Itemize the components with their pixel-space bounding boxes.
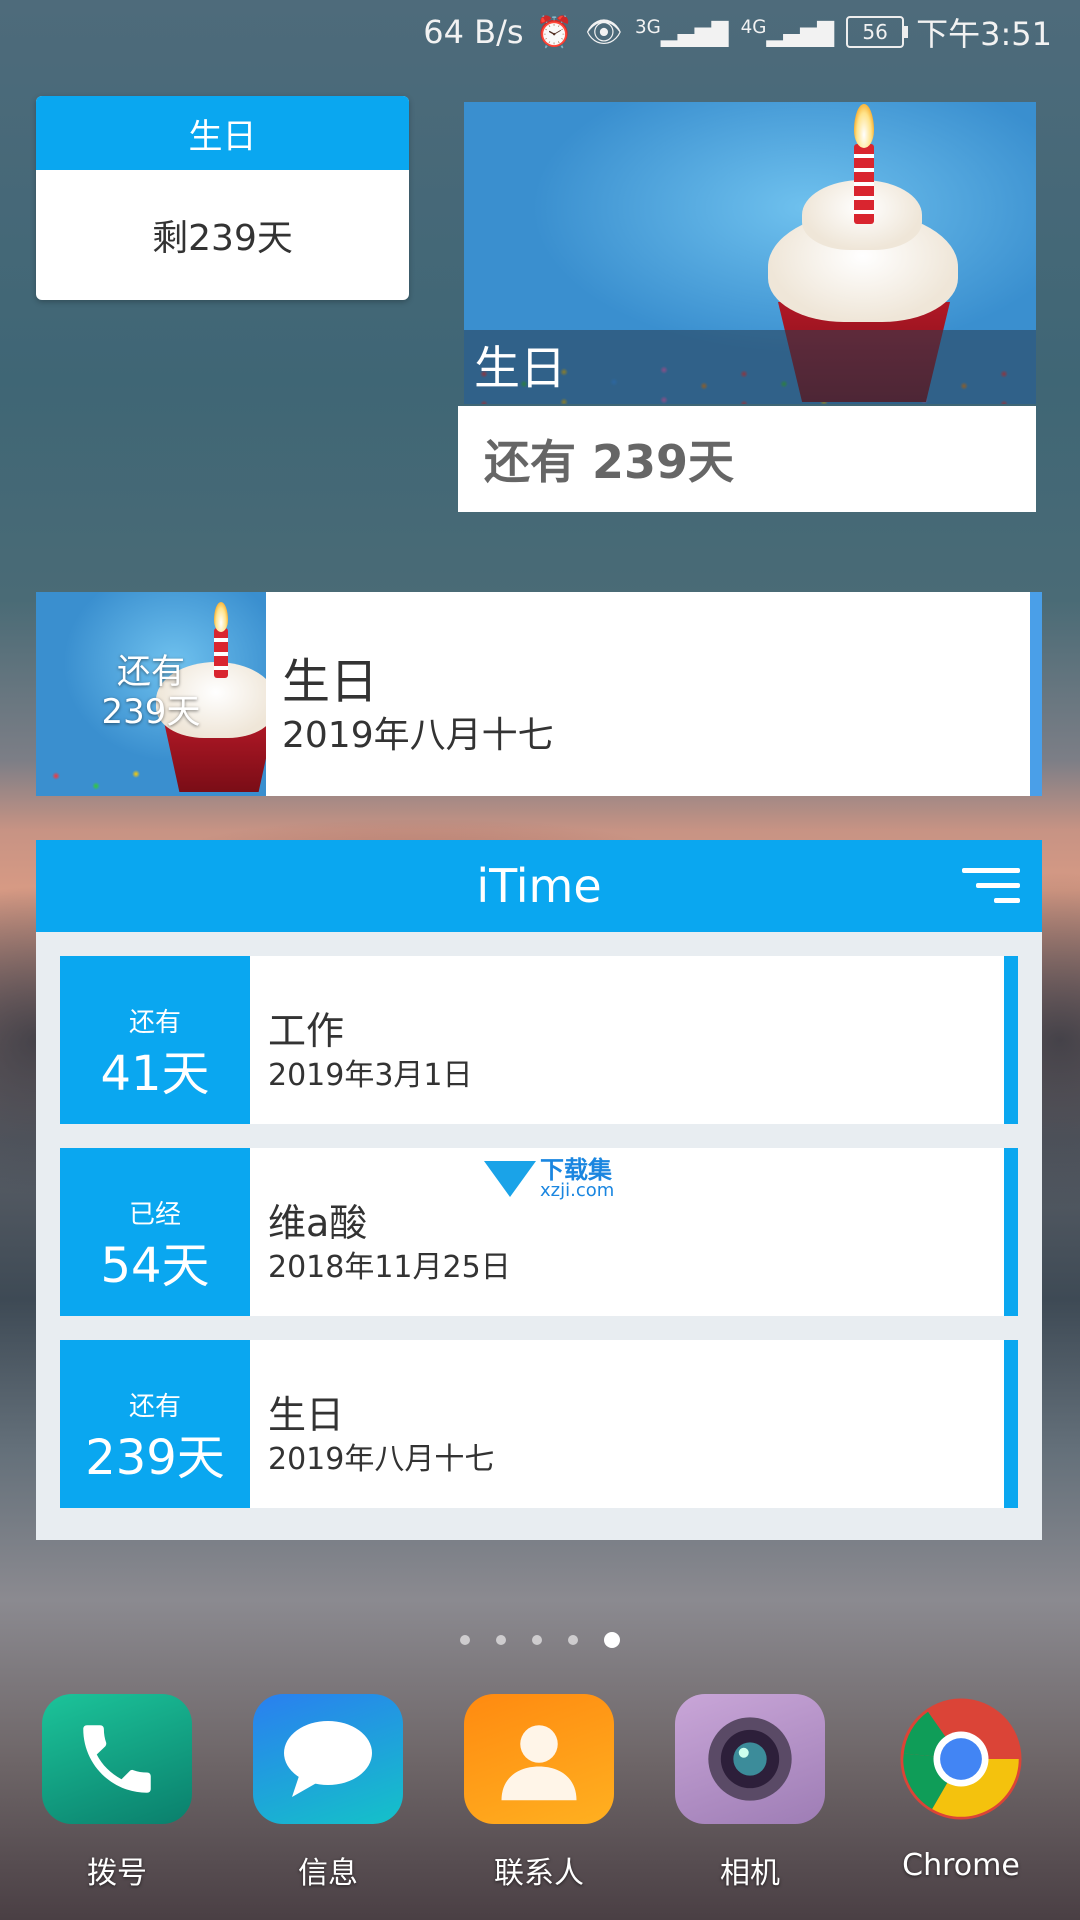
watermark-url: xzji.com — [540, 1180, 615, 1201]
app-label: 相机 — [720, 1856, 780, 1891]
cupcake-thumbnail: 还有 239天 — [36, 592, 266, 796]
app-label: 联系人 — [494, 1856, 584, 1891]
battery-icon: 56 — [846, 16, 909, 48]
event-name: 维a酸 — [268, 1201, 368, 1245]
birthday-small-widget[interactable]: 生日 剩239天 — [36, 96, 409, 300]
remaining-days: 还有 239天 — [458, 406, 1036, 512]
page-dot-active[interactable] — [604, 1632, 620, 1648]
page-dot[interactable] — [460, 1635, 470, 1645]
page-dot[interactable] — [568, 1635, 578, 1645]
remaining-days: 剩239天 — [152, 218, 293, 259]
watermark-icon — [484, 1161, 536, 1197]
app-label: 信息 — [298, 1856, 358, 1891]
sort-menu-icon[interactable] — [962, 868, 1020, 904]
event-date: 2019年八月十七 — [268, 1442, 495, 1477]
event-name: 生日 — [268, 1393, 345, 1437]
status-bar: 64 B/s ⏰ 👁 3G▂▄▆█ 4G▂▄▆█ 56 下午3:51 — [0, 0, 1080, 64]
app-contacts[interactable]: 联系人 — [464, 1694, 614, 1892]
watermark-logo: 下载集 xzji.com — [484, 1158, 614, 1200]
page-indicator — [0, 1632, 1080, 1648]
countup-badge: 已经 54天 — [60, 1148, 250, 1316]
watermark-text: 下载集 — [540, 1156, 612, 1184]
app-messages[interactable]: 信息 — [253, 1694, 403, 1892]
contacts-icon — [464, 1694, 614, 1824]
signal-3g-icon: 3G▂▄▆█ — [635, 16, 729, 48]
event-date: 2019年八月十七 — [282, 715, 554, 756]
signal-4g-icon: 4G▂▄▆█ — [740, 16, 835, 48]
widget-title: 生日 — [36, 96, 409, 170]
app-label: 拨号 — [87, 1856, 147, 1891]
app-camera[interactable]: 相机 — [675, 1694, 825, 1892]
cupcake-image: 生日 — [464, 102, 1036, 404]
phone-icon — [42, 1694, 192, 1824]
list-item[interactable]: 还有 41天 工作 2019年3月1日 — [60, 956, 1018, 1124]
app-dialer[interactable]: 拨号 — [42, 1694, 192, 1892]
camera-icon — [675, 1694, 825, 1824]
countdown-badge: 还有 41天 — [60, 956, 250, 1124]
message-icon — [253, 1694, 403, 1824]
accent-stripe — [1004, 1340, 1018, 1508]
birthday-photo-widget[interactable]: 生日 还有 239天 — [458, 102, 1036, 512]
clock: 下午3:51 — [916, 15, 1052, 53]
countdown-badge: 还有 239天 — [60, 1340, 250, 1508]
accent-stripe — [1004, 956, 1018, 1124]
itime-header: iTime — [36, 840, 1042, 932]
event-name: 生日 — [282, 654, 379, 710]
page-dot[interactable] — [496, 1635, 506, 1645]
badge-label: 还有 — [117, 652, 185, 692]
app-chrome[interactable]: Chrome — [886, 1694, 1036, 1883]
chrome-icon — [886, 1694, 1036, 1824]
network-speed: 64 B/s — [423, 13, 524, 51]
badge-count: 41天 — [100, 1046, 210, 1102]
widget-title: 生日 — [474, 341, 566, 395]
app-label: Chrome — [902, 1848, 1020, 1883]
widget-title: iTime — [476, 859, 602, 913]
list-item[interactable]: 还有 239天 生日 2019年八月十七 — [60, 1340, 1018, 1508]
page-dot[interactable] — [532, 1635, 542, 1645]
event-date: 2018年11月25日 — [268, 1250, 511, 1285]
event-date: 2019年3月1日 — [268, 1058, 473, 1093]
badge-count: 54天 — [100, 1238, 210, 1294]
badge-count: 239天 — [85, 1430, 225, 1486]
accent-stripe — [1030, 592, 1042, 796]
badge-count: 239天 — [101, 692, 201, 732]
alarm-icon: ⏰ — [535, 14, 573, 50]
event-name: 工作 — [268, 1009, 345, 1053]
eye-icon: 👁 — [584, 14, 623, 50]
birthday-wide-widget[interactable]: 还有 239天 生日 2019年八月十七 — [36, 592, 1042, 796]
accent-stripe — [1004, 1148, 1018, 1316]
